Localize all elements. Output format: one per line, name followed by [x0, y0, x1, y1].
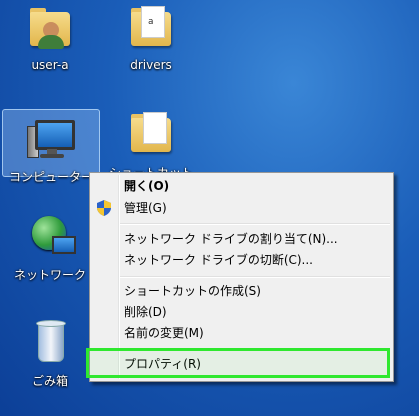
menu-item-create-shortcut[interactable]: ショートカットの作成(S)	[92, 280, 389, 302]
menu-item-label: 管理(G)	[124, 201, 167, 215]
menu-item-delete[interactable]: 削除(D)	[92, 301, 389, 323]
folder-icon: a	[127, 4, 175, 52]
menu-separator	[120, 223, 390, 225]
desktop-icon-shortcut[interactable]: ショートカット	[103, 110, 199, 181]
menu-item-manage[interactable]: 管理(G)	[92, 197, 389, 219]
menu-item-label: 開く(O)	[124, 179, 170, 193]
folder-icon	[127, 110, 175, 158]
menu-item-label: 削除(D)	[124, 305, 167, 319]
desktop-icon-network[interactable]: ネットワーク	[2, 212, 98, 283]
user-folder-icon	[26, 4, 74, 52]
desktop-icon-label: user-a	[31, 58, 69, 72]
desktop-icon-recycle-bin[interactable]: ごみ箱	[2, 318, 98, 389]
shield-icon	[97, 200, 111, 216]
computer-icon	[27, 114, 75, 162]
menu-item-map-network-drive[interactable]: ネットワーク ドライブの割り当て(N)...	[92, 228, 389, 250]
desktop-icon-label: drivers	[130, 58, 172, 72]
menu-item-label: ネットワーク ドライブの切断(C)...	[124, 253, 314, 267]
desktop-icon-user-a[interactable]: user-a	[2, 4, 98, 72]
menu-item-label: ショートカットの作成(S)	[124, 284, 261, 298]
desktop-icon-label: ネットワーク	[13, 268, 86, 282]
menu-separator	[120, 276, 390, 278]
menu-item-label: 名前の変更(M)	[124, 326, 204, 340]
recycle-bin-icon	[26, 318, 74, 366]
menu-item-label: ネットワーク ドライブの割り当て(N)...	[124, 232, 338, 246]
menu-item-open[interactable]: 開く(O)	[92, 175, 389, 197]
desktop-icon-computer[interactable]: コンピューター	[2, 109, 100, 184]
desktop-icon-label: ごみ箱	[31, 374, 68, 388]
menu-item-disconnect-network-drive[interactable]: ネットワーク ドライブの切断(C)...	[92, 249, 389, 271]
properties-highlight-box	[86, 348, 390, 378]
menu-item-rename[interactable]: 名前の変更(M)	[92, 322, 389, 344]
desktop-icon-drivers[interactable]: a drivers	[103, 4, 199, 72]
network-icon	[26, 212, 76, 260]
desktop-icon-label: コンピューター	[8, 170, 93, 184]
